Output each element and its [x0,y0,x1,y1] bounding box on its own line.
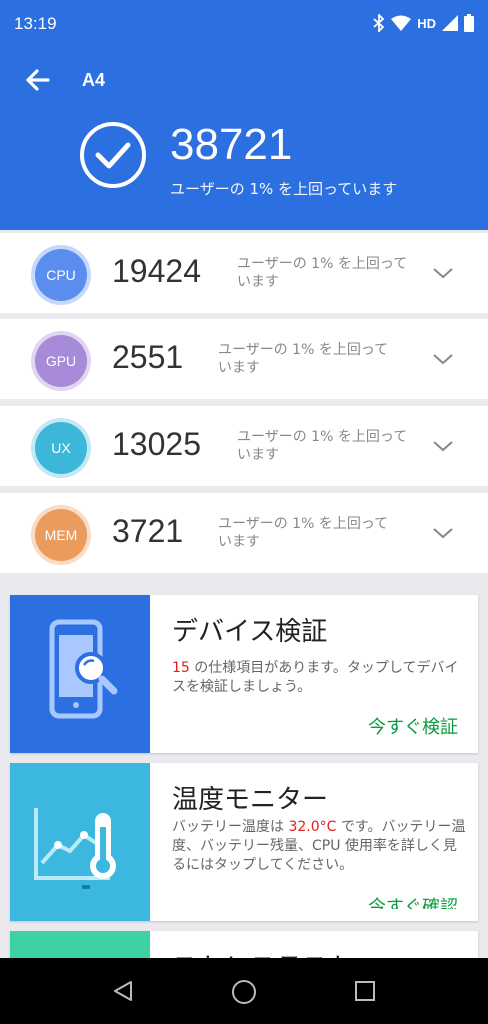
spec-count: 15 [172,660,190,676]
page-title: A4 [82,70,106,90]
gpu-score: 2551 [112,339,184,375]
gpu-desc: ユーザーの 1% を上回っています [218,342,389,376]
mem-desc: ユーザーの 1% を上回っています [218,516,389,550]
ux-score: 13025 [112,426,201,462]
phone-search-icon [49,619,118,719]
status-time: 13:19 [14,14,57,33]
status-bar: 13:19 HD [0,0,488,50]
cpu-desc: ユーザーの 1% を上回っています [237,256,408,290]
device-verify-card[interactable]: デバイス検証 15 の仕様項目があります。タップしてデバイスを検証しましょう。 … [10,595,478,753]
status-icons: HD [373,14,474,32]
back-arrow-icon[interactable] [22,64,54,96]
device-verify-title: デバイス検証 [172,617,328,647]
score-row-ux[interactable]: UX 13025 ユーザーの 1% を上回っています [0,406,488,486]
total-score-subtitle: ユーザーの 1% を上回っています [170,180,398,198]
device-verify-art [10,595,150,753]
cpu-score: 19424 [112,253,201,289]
header: 13:19 HD A4 38721 ユーザーの 1% を上回っています [0,0,488,230]
temp-monitor-title: 温度モニター [172,785,329,815]
chevron-down-icon[interactable] [431,434,455,458]
battery-icon [464,14,474,32]
check-icon [80,122,146,188]
recents-nav-icon[interactable] [354,980,376,1002]
navigation-bar [0,958,488,1024]
device-verify-desc: 15 の仕様項目があります。タップしてデバイスを検証しましょう。 [172,660,459,695]
wifi-icon [391,15,412,31]
battery-temperature: 32.0°C [288,819,337,835]
signal-icon [442,15,458,31]
mem-score: 3721 [112,513,184,549]
ux-desc: ユーザーの 1% を上回っています [237,429,408,463]
score-row-cpu[interactable]: CPU 19424 ユーザーの 1% を上回っています [0,233,488,313]
gpu-badge: GPU [35,335,87,387]
network-type: HD [417,15,436,31]
score-row-mem[interactable]: MEM 3721 ユーザーの 1% を上回っています [0,493,488,573]
chevron-down-icon[interactable] [431,521,455,545]
temp-monitor-desc: バッテリー温度は 32.0°C です。バッテリー温度、バッテリー残量、CPU 使… [172,819,466,873]
bluetooth-icon [373,14,385,32]
score-row-gpu[interactable]: GPU 2551 ユーザーの 1% を上回っています [0,319,488,399]
chevron-down-icon[interactable] [431,261,455,285]
temp-monitor-art [10,763,150,921]
temp-monitor-card[interactable]: 温度モニター バッテリー温度は 32.0°C です。バッテリー温度、バッテリー残… [10,763,478,921]
check-now-button[interactable]: 今すぐ確認 [368,895,458,909]
chevron-down-icon[interactable] [431,347,455,371]
back-nav-icon[interactable] [111,979,135,1003]
home-nav-icon[interactable] [231,979,257,1005]
total-score: 38721 [170,120,293,169]
mem-badge: MEM [35,509,87,561]
temperature-chart-icon [34,808,116,889]
cpu-badge: CPU [35,249,87,301]
ux-badge: UX [35,422,87,474]
verify-now-button[interactable]: 今すぐ検証 [368,713,458,739]
